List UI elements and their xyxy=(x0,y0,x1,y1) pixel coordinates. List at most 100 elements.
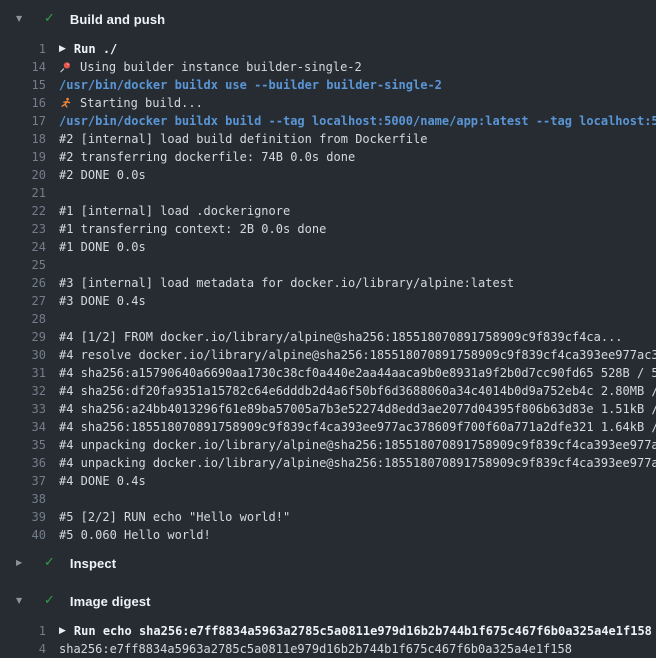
line-number[interactable]: 29 xyxy=(0,328,46,346)
line-text: #1 transferring context: 2B 0.0s done xyxy=(59,220,326,238)
line-number[interactable]: 37 xyxy=(0,472,46,490)
log-line[interactable]: 24 #1 DONE 0.0s xyxy=(0,238,656,256)
section-title: Image digest xyxy=(70,594,151,609)
line-number[interactable]: 20 xyxy=(0,166,46,184)
log-line[interactable]: 1 ▶ Run echo sha256:e7ff8834a5963a2785c5a… xyxy=(0,622,656,640)
chevron-down-icon[interactable]: ▼ xyxy=(16,8,28,30)
line-number[interactable]: 19 xyxy=(0,148,46,166)
line-text-value: #4 resolve docker.io/library/alpine@sha2… xyxy=(59,346,656,364)
run-expand-arrow-icon[interactable]: ▶ xyxy=(59,622,66,640)
log-line[interactable]: 38 xyxy=(0,490,656,508)
section-header[interactable]: ▼ ✓ Image digest xyxy=(0,590,656,612)
line-text-value: #1 [internal] load .dockerignore xyxy=(59,202,290,220)
chevron-right-icon[interactable]: ▶ xyxy=(16,552,28,574)
line-number[interactable]: 36 xyxy=(0,454,46,472)
log-section: ▼ ✓ Build and push 1 ▶ Run ./ 14 Using bu… xyxy=(0,8,656,544)
log-line[interactable]: 20 #2 DONE 0.0s xyxy=(0,166,656,184)
log-line[interactable]: 19 #2 transferring dockerfile: 74B 0.0s … xyxy=(0,148,656,166)
log-line[interactable]: 16 Starting build... xyxy=(0,94,656,112)
log-line[interactable]: 30 #4 resolve docker.io/library/alpine@s… xyxy=(0,346,656,364)
line-text-value: #2 transferring dockerfile: 74B 0.0s don… xyxy=(59,148,355,166)
line-text-value: Run echo sha256:e7ff8834a5963a2785c5a081… xyxy=(74,622,652,640)
line-number[interactable]: 39 xyxy=(0,508,46,526)
run-expand-arrow-icon[interactable]: ▶ xyxy=(59,40,66,58)
log-line[interactable]: 37 #4 DONE 0.4s xyxy=(0,472,656,490)
line-number[interactable]: 30 xyxy=(0,346,46,364)
line-number[interactable]: 25 xyxy=(0,256,46,274)
line-number[interactable]: 35 xyxy=(0,436,46,454)
log-line[interactable]: 28 xyxy=(0,310,656,328)
line-number[interactable]: 15 xyxy=(0,76,46,94)
line-number[interactable]: 24 xyxy=(0,238,46,256)
line-text-value: /usr/bin/docker buildx build --tag local… xyxy=(59,112,656,130)
line-number[interactable]: 38 xyxy=(0,490,46,508)
success-check-icon: ✓ xyxy=(44,8,55,30)
line-number[interactable]: 16 xyxy=(0,94,46,112)
log-line[interactable]: 35 #4 unpacking docker.io/library/alpine… xyxy=(0,436,656,454)
line-number[interactable]: 18 xyxy=(0,130,46,148)
log-line[interactable]: 21 xyxy=(0,184,656,202)
line-number[interactable]: 1 xyxy=(0,40,46,58)
line-number[interactable]: 34 xyxy=(0,418,46,436)
line-text-value: Run ./ xyxy=(74,40,117,58)
line-number[interactable]: 31 xyxy=(0,364,46,382)
line-number[interactable]: 14 xyxy=(0,58,46,76)
line-number[interactable]: 33 xyxy=(0,400,46,418)
line-text: #4 resolve docker.io/library/alpine@sha2… xyxy=(59,346,656,364)
log-line[interactable]: 4 sha256:e7ff8834a5963a2785c5a0811e979d1… xyxy=(0,640,656,658)
log-line[interactable]: 39 #5 [2/2] RUN echo "Hello world!" xyxy=(0,508,656,526)
line-text: #5 0.060 Hello world! xyxy=(59,526,211,544)
line-text-value: #4 unpacking docker.io/library/alpine@sh… xyxy=(59,436,656,454)
chevron-down-icon[interactable]: ▼ xyxy=(16,590,28,612)
line-text-value: #4 unpacking docker.io/library/alpine@sh… xyxy=(59,454,656,472)
line-text-value: sha256:e7ff8834a5963a2785c5a0811e979d16b… xyxy=(59,640,572,658)
log-line[interactable]: 40 #5 0.060 Hello world! xyxy=(0,526,656,544)
line-number[interactable]: 21 xyxy=(0,184,46,202)
log-line[interactable]: 1 ▶ Run ./ xyxy=(0,40,656,58)
section-header[interactable]: ▶ ✓ Inspect xyxy=(0,552,656,574)
line-number[interactable]: 22 xyxy=(0,202,46,220)
log-line[interactable]: 18 #2 [internal] load build definition f… xyxy=(0,130,656,148)
log-line[interactable]: 17 /usr/bin/docker buildx build --tag lo… xyxy=(0,112,656,130)
runner-icon xyxy=(59,97,72,109)
line-number[interactable]: 4 xyxy=(0,640,46,658)
line-text-value: #3 DONE 0.4s xyxy=(59,292,146,310)
section-title: Build and push xyxy=(70,12,165,27)
line-text: sha256:e7ff8834a5963a2785c5a0811e979d16b… xyxy=(59,640,572,658)
line-number[interactable]: 40 xyxy=(0,526,46,544)
line-text: #2 DONE 0.0s xyxy=(59,166,146,184)
log-line[interactable]: 32 #4 sha256:df20fa9351a15782c64e6dddb2d… xyxy=(0,382,656,400)
log-line[interactable]: 29 #4 [1/2] FROM docker.io/library/alpin… xyxy=(0,328,656,346)
log-line[interactable]: 31 #4 sha256:a15790640a6690aa1730c38cf0a… xyxy=(0,364,656,382)
log-line[interactable]: 36 #4 unpacking docker.io/library/alpine… xyxy=(0,454,656,472)
line-number[interactable]: 32 xyxy=(0,382,46,400)
line-text: #4 sha256:a24bb4013296f61e89ba57005a7b3e… xyxy=(59,400,656,418)
line-text-value: /usr/bin/docker buildx use --builder bui… xyxy=(59,76,442,94)
line-text-value: #2 [internal] load build definition from… xyxy=(59,130,427,148)
section-header[interactable]: ▼ ✓ Build and push xyxy=(0,8,656,30)
log-line[interactable]: 22 #1 [internal] load .dockerignore xyxy=(0,202,656,220)
log-line[interactable]: 25 xyxy=(0,256,656,274)
line-number[interactable]: 26 xyxy=(0,274,46,292)
log-line[interactable]: 26 #3 [internal] load metadata for docke… xyxy=(0,274,656,292)
line-number[interactable]: 28 xyxy=(0,310,46,328)
line-text-value: #5 0.060 Hello world! xyxy=(59,526,211,544)
line-text: #2 transferring dockerfile: 74B 0.0s don… xyxy=(59,148,355,166)
line-number[interactable]: 27 xyxy=(0,292,46,310)
line-text: #5 [2/2] RUN echo "Hello world!" xyxy=(59,508,290,526)
log-line[interactable]: 34 #4 sha256:185518070891758909c9f839cf4… xyxy=(0,418,656,436)
log-line[interactable]: 33 #4 sha256:a24bb4013296f61e89ba57005a7… xyxy=(0,400,656,418)
line-number[interactable]: 23 xyxy=(0,220,46,238)
log-line[interactable]: 23 #1 transferring context: 2B 0.0s done xyxy=(0,220,656,238)
line-text-value: #4 sha256:df20fa9351a15782c64e6dddb2d4a6… xyxy=(59,382,656,400)
workflow-log: ▼ ✓ Build and push 1 ▶ Run ./ 14 Using bu… xyxy=(0,0,656,658)
line-text: #4 DONE 0.4s xyxy=(59,472,146,490)
log-line[interactable]: 14 Using builder instance builder-single… xyxy=(0,58,656,76)
line-text: ▶ Run ./ xyxy=(59,40,117,58)
log-section: ▼ ✓ Image digest 1 ▶ Run echo sha256:e7ff… xyxy=(0,590,656,658)
line-number[interactable]: 17 xyxy=(0,112,46,130)
log-line[interactable]: 27 #3 DONE 0.4s xyxy=(0,292,656,310)
line-number[interactable]: 1 xyxy=(0,622,46,640)
log-line[interactable]: 15 /usr/bin/docker buildx use --builder … xyxy=(0,76,656,94)
pushpin-icon xyxy=(59,61,72,73)
